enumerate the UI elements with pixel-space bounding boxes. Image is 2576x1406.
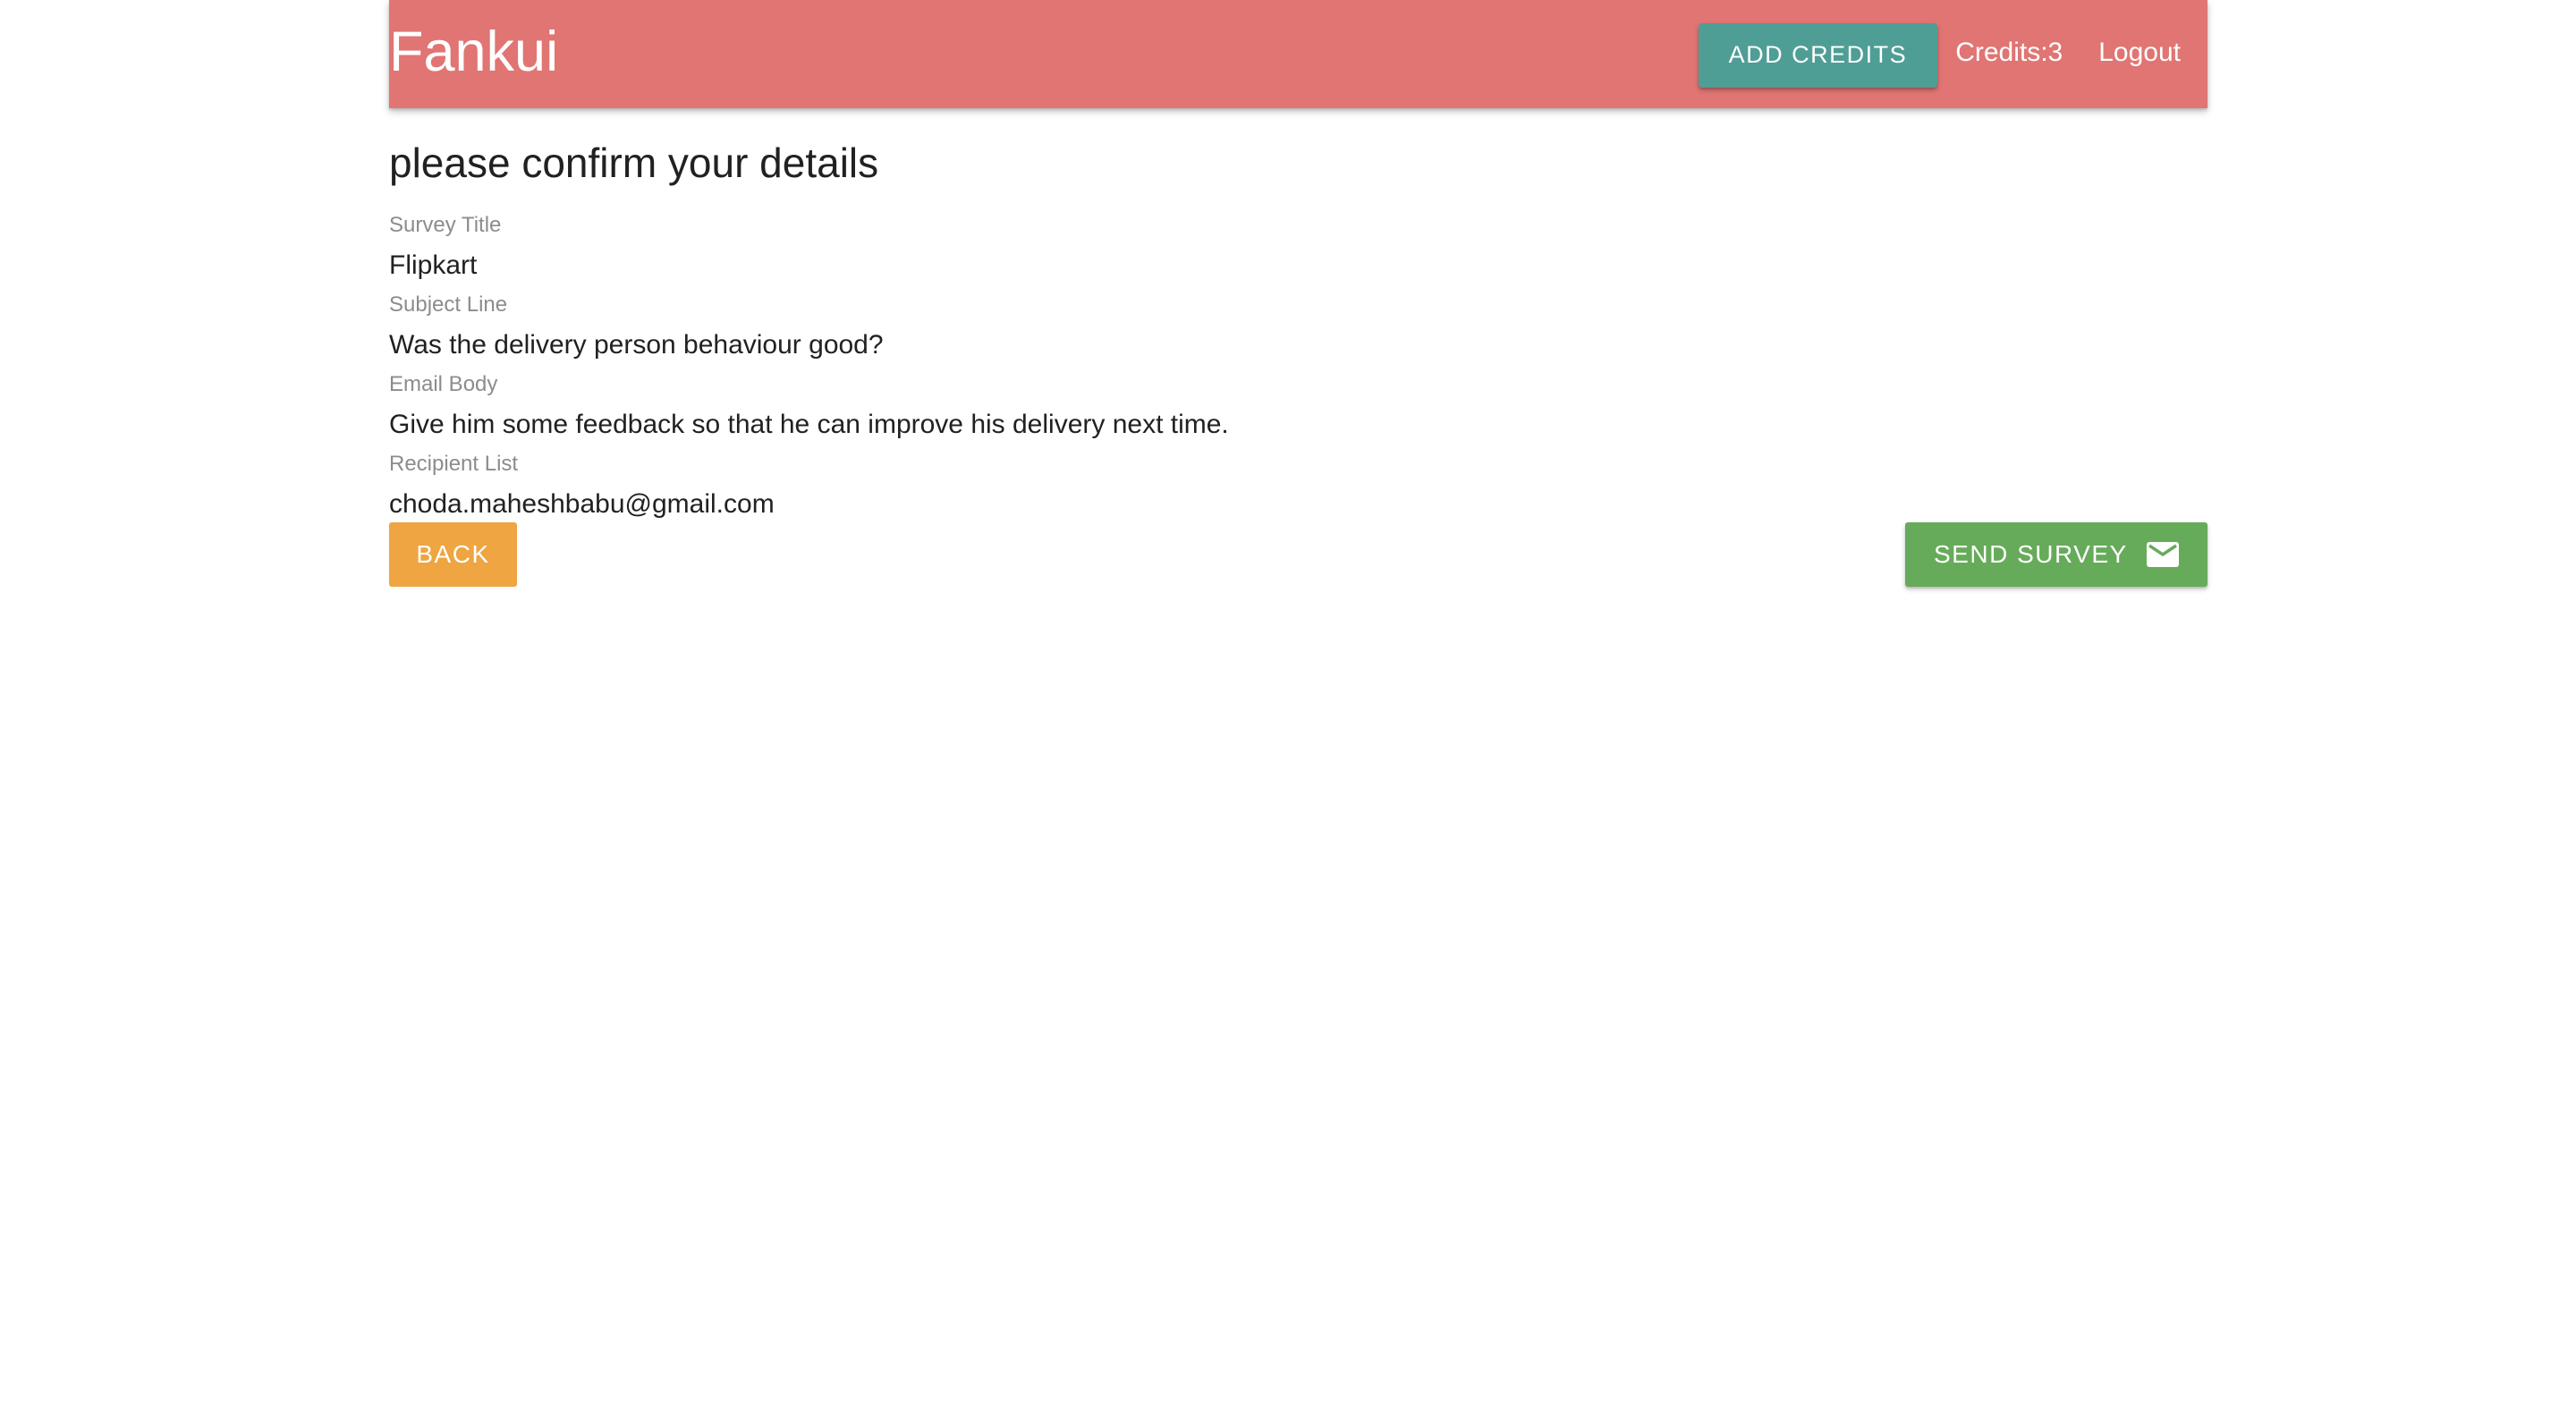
send-survey-label: SEND SURVEY xyxy=(1934,540,2128,568)
field-survey-title: Survey Title Flipkart xyxy=(389,212,501,284)
field-value: Flipkart xyxy=(389,250,478,280)
field-value: choda.maheshbabu@gmail.com xyxy=(389,489,775,519)
mail-icon xyxy=(2147,542,2179,567)
nav-right: ADD CREDITS Credits:3 Logout xyxy=(1698,0,2207,108)
send-survey-button[interactable]: SEND SURVEY xyxy=(1905,522,2207,587)
field-value: Was the delivery person behaviour good? xyxy=(389,330,884,360)
back-button[interactable]: BACK xyxy=(389,522,517,587)
field-recipient-list: Recipient List choda.maheshbabu@gmail.co… xyxy=(389,451,775,522)
credits-count: Credits:3 xyxy=(1955,37,2063,67)
field-label: Recipient List xyxy=(389,452,519,476)
field-label: Email Body xyxy=(389,372,498,396)
page-title: please confirm your details xyxy=(389,140,879,186)
add-credits-button[interactable]: ADD CREDITS xyxy=(1698,22,1938,88)
field-label: Subject Line xyxy=(389,292,508,317)
field-label: Survey Title xyxy=(389,213,502,237)
logout-link[interactable]: Logout xyxy=(2080,38,2207,68)
field-email-body: Email Body Give him some feedback so tha… xyxy=(389,371,1229,443)
field-subject-line: Subject Line Was the delivery person beh… xyxy=(389,292,884,363)
navbar: Fankui ADD CREDITS Credits:3 Logout xyxy=(389,0,2207,108)
brand-logo[interactable]: Fankui xyxy=(389,13,558,91)
page-container: Fankui ADD CREDITS Credits:3 Logout plea… xyxy=(389,0,2207,587)
field-value: Give him some feedback so that he can im… xyxy=(389,410,1229,439)
